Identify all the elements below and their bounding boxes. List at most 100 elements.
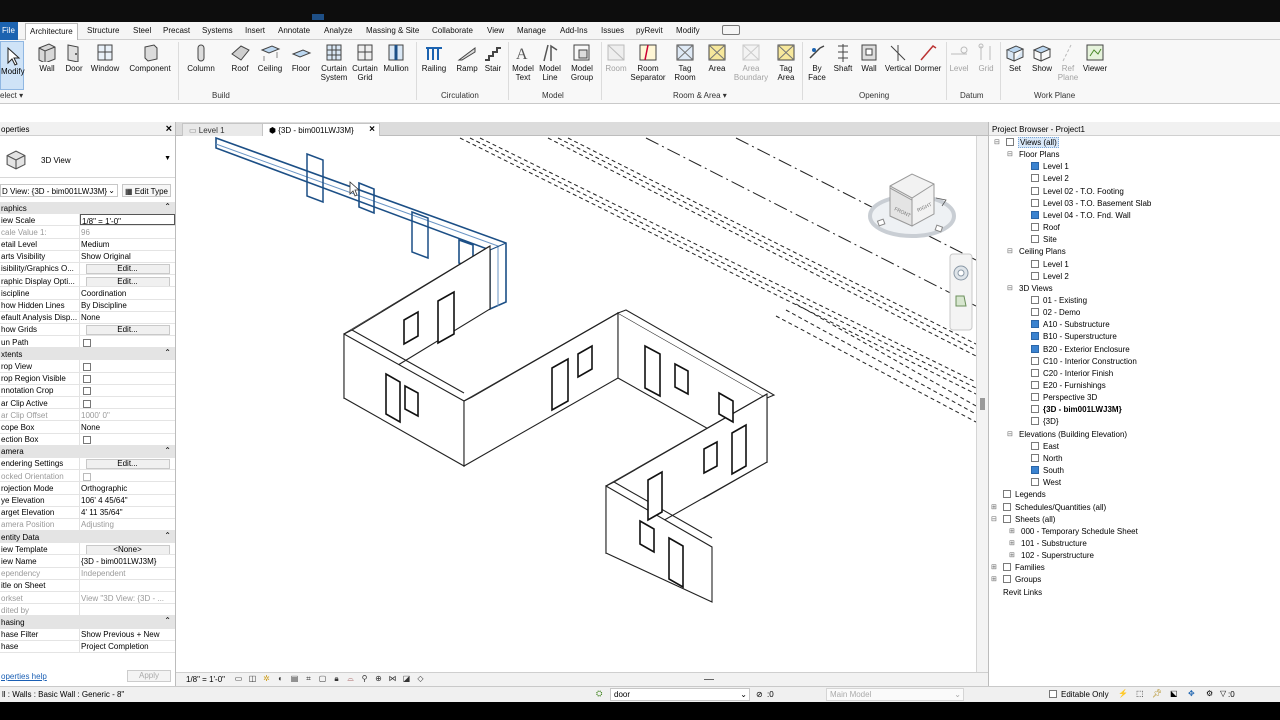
tag-area-button[interactable]: Tag Area (774, 42, 798, 82)
property-edit-button[interactable]: Edit... (85, 264, 170, 275)
property-value[interactable]: Project Completion (80, 641, 175, 652)
floor-button[interactable]: Floor (289, 42, 313, 73)
browser-item[interactable]: 02 - Demo (1031, 308, 1080, 318)
browser-item[interactable]: C20 - Interior Finish (1031, 368, 1113, 379)
property-value[interactable]: 96 (80, 226, 175, 237)
door-button[interactable]: Door (62, 42, 86, 73)
reveal-constraints-icon[interactable]: ◇ (416, 675, 425, 683)
property-value[interactable]: Edit... (80, 458, 175, 470)
temporary-hide-icon[interactable]: ⌓ (346, 675, 355, 683)
room-button[interactable]: Room (603, 42, 629, 73)
apply-button[interactable]: Apply (127, 670, 171, 682)
sheet-item[interactable]: ⊞ 000 - Temporary Schedule Sheet (1009, 527, 1138, 537)
analytical-model-icon[interactable]: ⋈ (388, 675, 397, 683)
level-button[interactable]: Level (948, 42, 970, 73)
sheet-item[interactable]: ⊞ 101 - Substructure (1009, 539, 1087, 549)
tab-manage[interactable]: Manage (517, 26, 546, 35)
collapse-icon[interactable]: ⊟ (991, 515, 997, 525)
sheets-node[interactable]: ⊟ Sheets (all) (991, 514, 1055, 525)
browser-item[interactable]: Level 2 (1031, 174, 1069, 184)
property-value[interactable] (80, 470, 175, 481)
browser-item[interactable]: North (1031, 453, 1063, 464)
close-icon[interactable]: × (369, 124, 375, 135)
property-value[interactable] (80, 434, 175, 445)
property-checkbox[interactable] (83, 362, 91, 371)
view-cube[interactable]: FRONT RIGHT (868, 173, 956, 238)
grid-button[interactable]: Grid (975, 42, 997, 73)
property-checkbox[interactable] (83, 338, 91, 347)
property-row[interactable]: how Grids Edit... (0, 323, 175, 337)
tab-modify[interactable]: Modify (676, 26, 700, 35)
legends-node[interactable]: Legends (1003, 490, 1046, 500)
property-value[interactable]: <None> (80, 543, 175, 555)
room-separator-button[interactable]: Room Separator (628, 42, 668, 82)
browser-item[interactable]: West (1031, 478, 1061, 488)
sheet-item[interactable]: ⊞ 102 - Superstructure (1009, 551, 1094, 561)
collapse-icon[interactable]: ⊟ (1007, 150, 1013, 160)
expand-icon[interactable]: ⊞ (991, 575, 997, 585)
stair-button[interactable]: Stair (481, 42, 505, 73)
property-group-header[interactable]: amera (0, 445, 175, 458)
vertical-button[interactable]: Vertical (882, 42, 914, 73)
lock-view-icon[interactable]: 🔒︎ (332, 675, 341, 683)
property-value[interactable]: 106' 4 45/64" (80, 495, 175, 506)
property-row[interactable]: cale Value 1: 96 (0, 226, 175, 239)
ceiling-button[interactable]: Ceiling (256, 42, 284, 73)
active-workset-dropdown[interactable]: door ⌄ (610, 688, 750, 701)
tab-issues[interactable]: Issues (601, 26, 624, 35)
tab-collaborate[interactable]: Collaborate (432, 26, 473, 35)
component-button[interactable]: Component (127, 42, 173, 73)
area-button[interactable]: Area (705, 42, 729, 73)
property-row[interactable]: iew Name {3D - bim001LWJ3M} (0, 555, 175, 568)
view-scale[interactable]: 1/8" = 1'-0" (186, 675, 225, 684)
viewer-button[interactable]: Viewer (1080, 42, 1110, 73)
railing-button[interactable]: Railing (420, 42, 448, 73)
property-value[interactable] (80, 604, 175, 615)
property-row[interactable]: arget Elevation 4' 11 35/64" (0, 506, 175, 519)
property-value[interactable]: Coordination (80, 287, 175, 298)
expand-icon[interactable]: ⊞ (1009, 539, 1015, 549)
collapse-icon[interactable]: ⊟ (994, 138, 1000, 148)
worksets-icon[interactable]: ⛭ (596, 689, 602, 699)
ceiling-plans-node[interactable]: ⊟ Ceiling Plans (1007, 247, 1066, 257)
filter-icon[interactable]: ▽ (1220, 689, 1226, 698)
dormer-button[interactable]: Dormer (913, 42, 943, 73)
property-edit-button[interactable]: Edit... (85, 459, 170, 470)
reveal-hidden-icon[interactable]: ⚲ (360, 675, 369, 683)
property-value[interactable]: Edit... (80, 324, 175, 336)
property-checkbox[interactable] (83, 399, 91, 408)
property-row[interactable]: amera Position Adjusting (0, 518, 175, 532)
column-button[interactable]: Column (184, 42, 218, 73)
curtain-grid-button[interactable]: Curtain Grid (350, 42, 380, 82)
property-value[interactable]: 1000' 0" (80, 409, 175, 420)
3d-views-node[interactable]: ⊟ 3D Views (1007, 284, 1053, 294)
shaft-button[interactable]: Shaft (830, 42, 856, 73)
model-drawing[interactable]: FRONT RIGHT (176, 136, 976, 672)
property-value[interactable]: {3D - bim001LWJ3M} (80, 555, 175, 566)
collapse-icon[interactable]: ⊟ (1007, 430, 1013, 440)
browser-item[interactable]: East (1031, 441, 1059, 452)
property-row[interactable]: ection Box (0, 433, 175, 446)
browser-item[interactable]: Level 03 - T.O. Basement Slab (1031, 198, 1151, 209)
property-row[interactable]: arts Visibility Show Original (0, 250, 175, 263)
drag-elements-icon[interactable]: ✥ (1188, 689, 1195, 698)
detail-level-icon[interactable]: ▭ (234, 675, 243, 683)
area-boundary-button[interactable]: Area Boundary (732, 42, 770, 82)
collapse-icon[interactable]: ⊟ (1007, 284, 1013, 294)
property-value[interactable] (80, 373, 175, 384)
expand-icon[interactable]: ⊞ (1009, 551, 1015, 561)
select-links-icon[interactable]: ⚡ (1118, 689, 1128, 698)
property-row[interactable]: hase Project Completion (0, 640, 175, 653)
property-row[interactable]: itle on Sheet (0, 579, 175, 592)
tab-insert[interactable]: Insert (245, 26, 265, 35)
navigation-bar[interactable] (949, 253, 973, 331)
property-value[interactable] (80, 397, 175, 408)
browser-item[interactable]: Level 1 (1031, 259, 1069, 270)
property-value[interactable]: Edit... (80, 275, 175, 287)
select-underlay-icon[interactable]: ⬚ (1136, 689, 1144, 698)
property-row[interactable]: hase Filter Show Previous + New (0, 628, 175, 641)
by-face-button[interactable]: By Face (805, 42, 829, 82)
groups-node[interactable]: ⊞ Groups (991, 575, 1041, 585)
floor-plans-node[interactable]: ⊟ Floor Plans (1007, 150, 1059, 160)
browser-item[interactable]: Perspective 3D (1031, 393, 1097, 403)
